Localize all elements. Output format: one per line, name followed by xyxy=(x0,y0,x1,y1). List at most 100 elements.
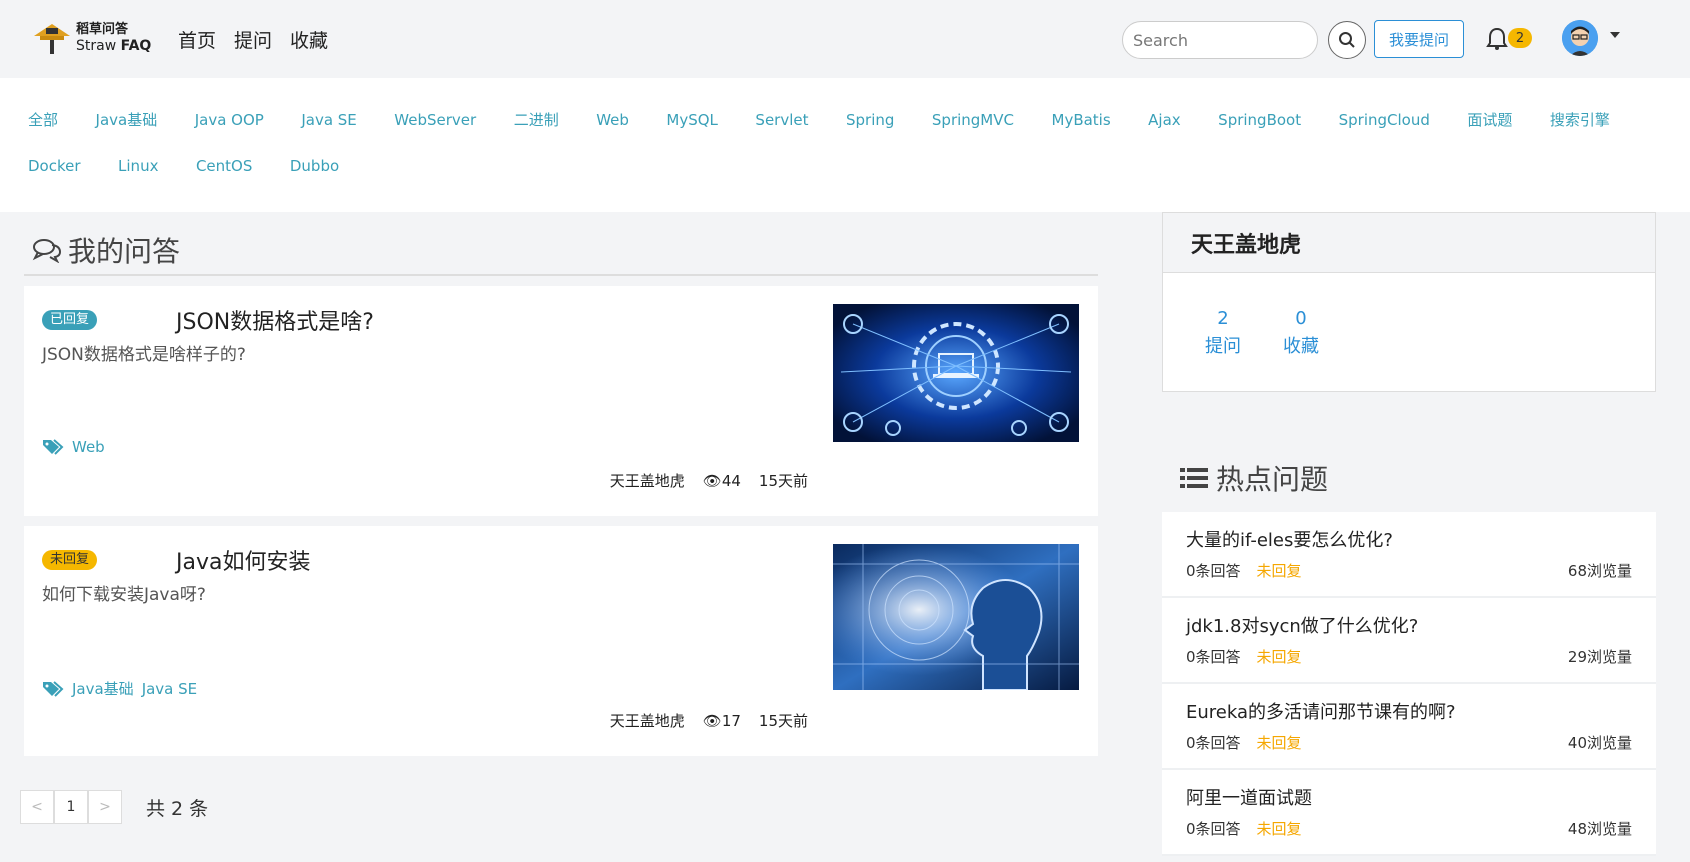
eye-icon: 👁︎ xyxy=(702,711,722,730)
tag-link[interactable]: Web xyxy=(72,438,105,456)
tag-link[interactable]: 搜索引擎 xyxy=(1550,110,1610,130)
question-title[interactable]: Java如何安装 xyxy=(176,544,310,576)
question-description: 如何下载安装Java呀? xyxy=(42,585,206,605)
avatar[interactable] xyxy=(1562,20,1598,56)
tag-link[interactable]: Java SE xyxy=(142,680,197,698)
status-text: 未回复 xyxy=(1256,648,1302,666)
pagination: < 1 > 共 2 条 xyxy=(20,790,208,824)
main-nav: 首页 提问 收藏 xyxy=(178,26,328,53)
tags-icon xyxy=(43,680,64,697)
view-count: 40浏览量 xyxy=(1567,734,1632,752)
question-card[interactable]: 已回复 JSON数据格式是啥? JSON数据格式是啥样子的? Web 天王盖地虎… xyxy=(24,286,1098,516)
stat-label: 提问 xyxy=(1205,336,1241,357)
stat-label: 收藏 xyxy=(1283,336,1319,357)
page-number-button[interactable]: 1 xyxy=(54,790,88,824)
nav-favorites[interactable]: 收藏 xyxy=(290,26,328,53)
hot-question-title[interactable]: 大量的if-eles要怎么优化? xyxy=(1186,526,1632,552)
nav-ask[interactable]: 提问 xyxy=(234,26,272,53)
tag-link[interactable]: Spring xyxy=(846,110,894,130)
stat-value: 2 xyxy=(1217,308,1229,329)
chevron-down-icon[interactable] xyxy=(1610,32,1620,38)
next-page-button[interactable]: > xyxy=(88,790,122,824)
question-meta: 天王盖地虎 👁︎44 15天前 xyxy=(610,470,808,491)
tag-link[interactable]: MyBatis xyxy=(1052,110,1111,130)
tag-link[interactable]: 二进制 xyxy=(514,110,559,130)
timestamp: 15天前 xyxy=(758,712,808,730)
question-thumbnail[interactable] xyxy=(833,544,1079,690)
question-title[interactable]: JSON数据格式是啥? xyxy=(176,304,374,336)
profile-stats: 2 提问 0 收藏 xyxy=(1205,305,1319,361)
question-meta: 天王盖地虎 👁︎17 15天前 xyxy=(610,710,808,731)
tag-link[interactable]: Web xyxy=(596,110,629,130)
list-item[interactable]: 阿里一道面试题 0条回答 未回复 48浏览量 xyxy=(1162,770,1656,856)
tag-link[interactable]: Java基础 xyxy=(72,678,134,699)
tag-link[interactable]: 面试题 xyxy=(1467,110,1512,130)
prev-page-button[interactable]: < xyxy=(20,790,54,824)
tag-filter-bar: 全部 Java基础 Java OOP Java SE WebServer 二进制… xyxy=(0,78,1690,212)
view-count: 68浏览量 xyxy=(1567,562,1632,580)
tag-link[interactable]: Java SE xyxy=(301,110,356,130)
list-item[interactable]: jdk1.8对sycn做了什么优化? 0条回答 未回复 29浏览量 xyxy=(1162,598,1656,684)
list-item[interactable]: Eureka的多活请问那节课有的啊? 0条回答 未回复 40浏览量 xyxy=(1162,684,1656,770)
search-input[interactable] xyxy=(1122,21,1318,59)
notification-badge: 2 xyxy=(1508,28,1532,48)
tag-link[interactable]: SpringMVC xyxy=(932,110,1014,130)
question-thumbnail[interactable] xyxy=(833,304,1079,442)
stat-favorites[interactable]: 0 收藏 xyxy=(1283,305,1319,361)
user-avatar-icon xyxy=(1562,20,1598,56)
answer-count: 0条回答 xyxy=(1186,648,1241,666)
tag-link[interactable]: Java基础 xyxy=(96,110,158,130)
status-text: 未回复 xyxy=(1256,820,1302,838)
answer-count: 0条回答 xyxy=(1186,562,1241,580)
list-icon xyxy=(1180,468,1208,488)
tag-link[interactable]: Linux xyxy=(118,156,158,176)
question-description: JSON数据格式是啥样子的? xyxy=(42,345,246,365)
hot-question-title[interactable]: 阿里一道面试题 xyxy=(1186,784,1632,810)
hot-question-title[interactable]: Eureka的多活请问那节课有的啊? xyxy=(1186,698,1632,724)
answer-count: 0条回答 xyxy=(1186,734,1241,752)
view-count: 29浏览量 xyxy=(1567,648,1632,666)
logo-subtitle: Straw FAQ xyxy=(76,38,152,54)
tag-link[interactable]: CentOS xyxy=(196,156,252,176)
tags-icon xyxy=(43,439,64,455)
question-card[interactable]: 未回复 Java如何安装 如何下载安装Java呀? Java基础 Java SE… xyxy=(24,526,1098,756)
author: 天王盖地虎 xyxy=(609,472,685,490)
profile-name: 天王盖地虎 xyxy=(1163,213,1655,273)
tag-link[interactable]: Servlet xyxy=(755,110,808,130)
tag-link[interactable]: WebServer xyxy=(394,110,476,130)
top-header: 稻草问答 Straw FAQ 首页 提问 收藏 我要提问 2 xyxy=(0,0,1690,78)
tag-link[interactable]: Java OOP xyxy=(195,110,264,130)
status-badge: 已回复 xyxy=(42,310,98,330)
stat-value: 0 xyxy=(1295,308,1307,329)
tag-link[interactable]: 全部 xyxy=(28,110,58,130)
tag-link[interactable]: Dubbo xyxy=(290,156,339,176)
tag-link[interactable]: Docker xyxy=(28,156,81,176)
logo[interactable]: 稻草问答 Straw FAQ xyxy=(32,22,152,58)
page-title: 我的问答 xyxy=(68,235,181,268)
hot-question-title[interactable]: jdk1.8对sycn做了什么优化? xyxy=(1186,612,1632,638)
search-button[interactable] xyxy=(1328,21,1366,59)
list-item[interactable]: 大量的if-eles要怎么优化? 0条回答 未回复 68浏览量 xyxy=(1162,512,1656,598)
straw-hat-icon xyxy=(34,24,70,54)
author: 天王盖地虎 xyxy=(609,712,685,730)
nav-home[interactable]: 首页 xyxy=(178,26,216,53)
tag-link[interactable]: SpringCloud xyxy=(1339,110,1430,130)
hot-questions-list: 大量的if-eles要怎么优化? 0条回答 未回复 68浏览量 jdk1.8对s… xyxy=(1162,512,1656,856)
answer-count: 0条回答 xyxy=(1186,820,1241,838)
section-title: 我的问答 xyxy=(32,230,180,270)
divider xyxy=(24,274,1098,276)
search-icon xyxy=(1339,32,1355,48)
hot-questions-title: 热点问题 xyxy=(1180,458,1328,498)
tag-link[interactable]: SpringBoot xyxy=(1218,110,1301,130)
status-badge: 未回复 xyxy=(42,550,98,570)
tag-link[interactable]: MySQL xyxy=(666,110,718,130)
tag-link[interactable]: Ajax xyxy=(1148,110,1181,130)
stat-questions[interactable]: 2 提问 xyxy=(1205,305,1241,361)
view-count: 48浏览量 xyxy=(1567,820,1632,838)
question-tags: Java基础 Java SE xyxy=(42,678,197,699)
view-count: 👁︎44 xyxy=(702,471,741,490)
timestamp: 15天前 xyxy=(758,472,808,490)
bell-icon[interactable] xyxy=(1486,27,1508,51)
tag-list: 全部 Java基础 Java OOP Java SE WebServer 二进制… xyxy=(28,110,1662,176)
ask-question-button[interactable]: 我要提问 xyxy=(1374,20,1464,58)
